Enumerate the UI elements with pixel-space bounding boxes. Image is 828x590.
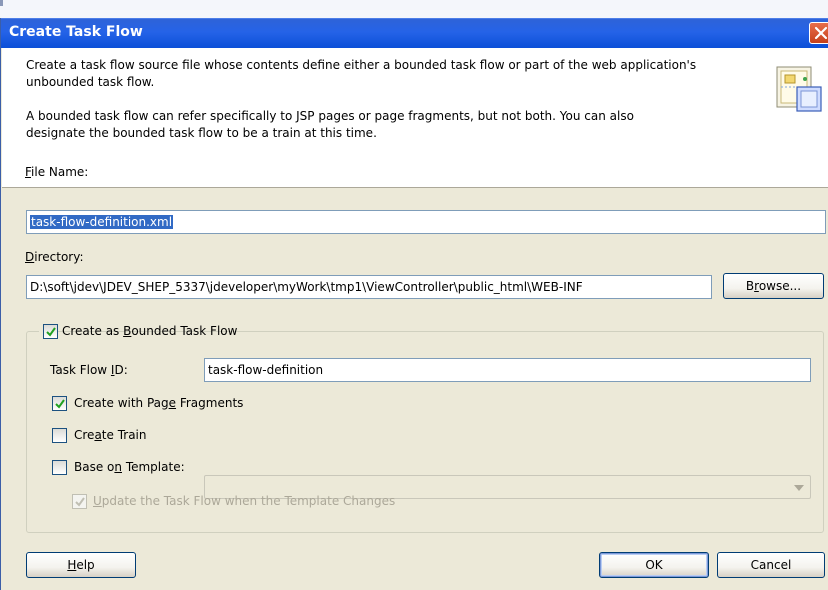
directory-label: Directory: <box>25 250 84 264</box>
checkmark-icon <box>75 497 85 507</box>
description-panel: Create a task flow source file whose con… <box>2 48 828 188</box>
checkmark-icon <box>55 399 65 409</box>
browse-button[interactable]: Browse... <box>723 273 824 299</box>
task-flow-id-input[interactable]: task-flow-definition <box>204 358 811 382</box>
create-train-checkbox[interactable] <box>52 428 67 443</box>
dropdown-arrow-icon <box>794 485 804 491</box>
update-on-template-change-label: Update the Task Flow when the Template C… <box>93 494 396 508</box>
directory-value: D:\soft\jdev\JDEV_SHEP_5337\jdeveloper\m… <box>30 280 583 294</box>
ok-button[interactable]: OK <box>599 552 709 578</box>
task-flow-wizard-icon <box>776 66 822 112</box>
base-on-template-checkbox[interactable] <box>52 460 67 475</box>
bounded-task-flow-legend: Create as Bounded Task Flow <box>39 324 237 340</box>
create-train-label: Create Train <box>74 428 147 442</box>
task-flow-id-value: task-flow-definition <box>208 363 324 377</box>
title-bar: Create Task Flow <box>1 18 828 48</box>
help-button[interactable]: Help <box>26 552 136 578</box>
background-mark <box>0 0 3 6</box>
description-line-1: Create a task flow source file whose con… <box>26 58 697 72</box>
bounded-task-flow-label: Create as Bounded Task Flow <box>62 324 238 338</box>
dialog-title: Create Task Flow <box>9 24 143 40</box>
checkmark-icon <box>46 327 56 337</box>
background-strip <box>0 0 828 20</box>
description-line-2: unbounded task flow. <box>26 75 155 89</box>
bounded-task-flow-checkbox[interactable] <box>43 324 58 339</box>
page-fragments-label: Create with Page Fragments <box>74 396 244 410</box>
description-line-4: designate the bounded task flow to be a … <box>26 126 377 140</box>
base-on-template-label: Base on Template: <box>74 460 185 474</box>
task-flow-id-label: Task Flow ID: <box>50 363 128 377</box>
file-name-value: task-flow-definition.xml <box>30 215 174 229</box>
close-icon <box>814 26 828 40</box>
page-fragments-checkbox[interactable] <box>52 396 67 411</box>
update-on-template-change-checkbox[interactable] <box>72 494 87 509</box>
directory-input[interactable]: D:\soft\jdev\JDEV_SHEP_5337\jdeveloper\m… <box>26 275 712 299</box>
description-line-3: A bounded task flow can refer specifical… <box>26 109 634 123</box>
file-name-input[interactable]: task-flow-definition.xml <box>26 210 826 234</box>
create-task-flow-dialog: Create Task Flow Create a task flow sour… <box>0 18 828 590</box>
close-button[interactable] <box>809 22 828 44</box>
file-name-label: File Name: <box>25 165 89 179</box>
cancel-button[interactable]: Cancel <box>717 552 825 578</box>
